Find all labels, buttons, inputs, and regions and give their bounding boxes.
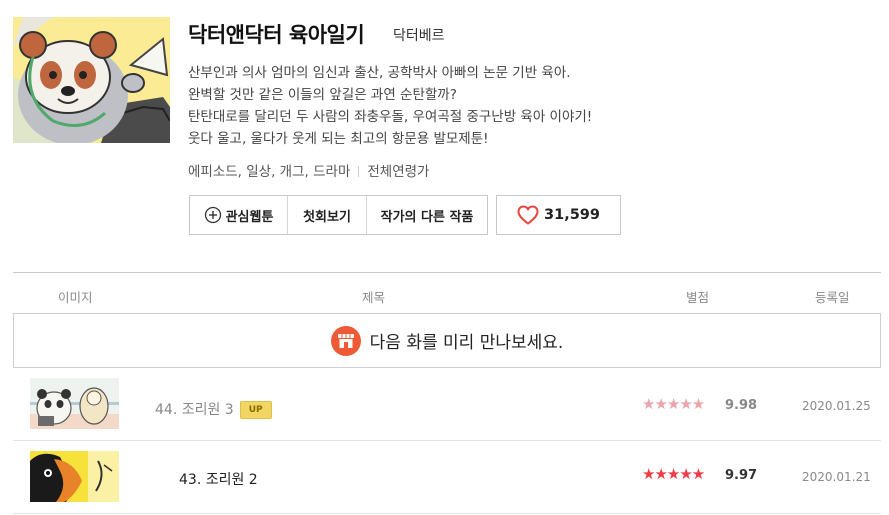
author-name[interactable]: 닥터베르	[393, 25, 445, 45]
episode-row[interactable]: 44. 조리원 3 UP ★★★★★ 9.98 2020.01.25	[13, 368, 881, 441]
like-button[interactable]: 31,599	[496, 195, 621, 235]
star-rating: ★★★★★	[642, 395, 705, 413]
column-header-date: 등록일	[815, 290, 850, 305]
episode-title[interactable]: 43. 조리원 2	[179, 469, 258, 489]
up-badge: UP	[239, 401, 272, 419]
plus-circle-icon	[204, 206, 221, 224]
column-header-rating: 별점	[686, 290, 710, 305]
episode-date: 2020.01.21	[802, 470, 871, 484]
genre-info: 에피소드, 일상, 개그, 드라마 전체연령가	[188, 160, 429, 180]
description-line: 탄탄대로를 달리던 두 사람의 좌충우돌, 우여곡절 중구난방 육아 이야기!	[188, 109, 593, 125]
divider	[358, 166, 360, 177]
series-thumbnail	[13, 17, 170, 143]
table-top-divider	[13, 272, 881, 273]
favorite-label: 관심웹툰	[225, 209, 274, 225]
rating-score: 9.98	[725, 398, 758, 413]
heart-icon	[517, 205, 539, 225]
episode-thumbnail[interactable]	[30, 451, 119, 502]
episode-title[interactable]: 44. 조리원 3 UP	[155, 399, 272, 419]
genre-list: 에피소드, 일상, 개그, 드라마	[188, 164, 351, 180]
description-line: 웃다 울고, 울다가 웃게 되는 최고의 항문용 발모제툰!	[188, 131, 489, 147]
other-works-button[interactable]: 작가의 다른 작품	[367, 196, 487, 234]
age-rating: 전체연령가	[367, 164, 430, 180]
preview-next-episode-banner[interactable]: 다음 화를 미리 만나보세요.	[13, 313, 881, 368]
episode-title-text: 43. 조리원 2	[179, 472, 258, 488]
episode-title-text: 44. 조리원 3	[155, 402, 234, 418]
description-line: 완벽할 것만 같은 이들의 앞길은 과연 순탄할까?	[188, 87, 457, 103]
episode-date: 2020.01.25	[802, 399, 871, 413]
favorite-button[interactable]: 관심웹툰	[190, 196, 288, 234]
like-count: 31,599	[544, 207, 600, 223]
column-header-image: 이미지	[58, 290, 93, 305]
store-icon	[330, 325, 361, 356]
preview-banner-text: 다음 화를 미리 만나보세요.	[369, 333, 564, 353]
column-header-title: 제목	[362, 290, 386, 305]
episode-row[interactable]: 43. 조리원 2 ★★★★★ 9.97 2020.01.21	[13, 441, 881, 514]
first-episode-label: 첫회보기	[303, 209, 351, 225]
episode-thumbnail[interactable]	[30, 378, 119, 429]
star-rating: ★★★★★	[642, 465, 705, 483]
webtoon-description: 산부인과 의사 엄마의 임신과 출산, 공학박사 아빠의 논문 기반 육아. 완…	[188, 62, 708, 150]
action-button-group: 관심웹툰 첫회보기 작가의 다른 작품	[189, 195, 488, 235]
first-episode-button[interactable]: 첫회보기	[288, 196, 367, 234]
rating-score: 9.97	[725, 468, 758, 483]
other-works-label: 작가의 다른 작품	[380, 209, 474, 225]
description-line: 산부인과 의사 엄마의 임신과 출산, 공학박사 아빠의 논문 기반 육아.	[188, 65, 571, 81]
webtoon-title: 닥터앤닥터 육아일기	[188, 23, 365, 47]
